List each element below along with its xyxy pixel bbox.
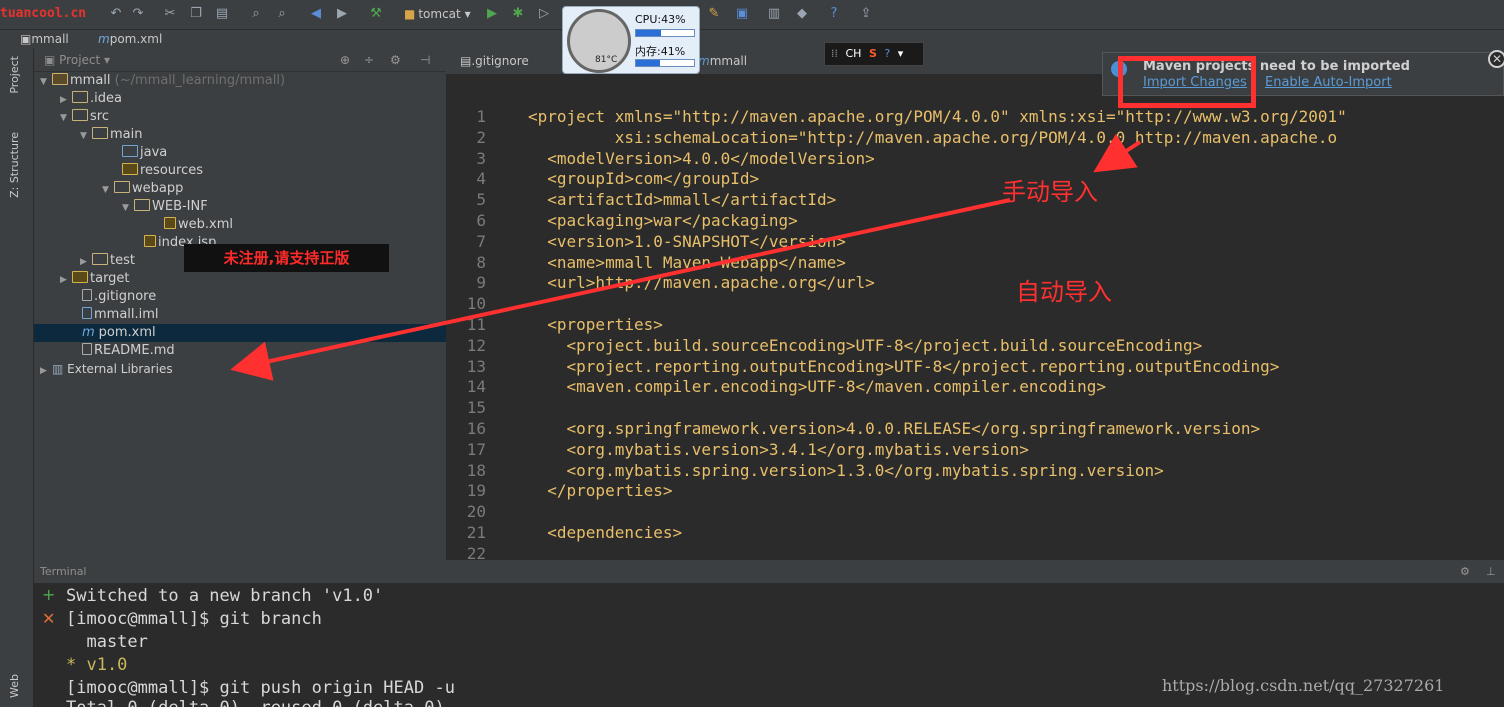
terminal-line: Switched to a new branch 'v1.0'	[66, 586, 384, 606]
csdn-watermark: https://blog.csdn.net/qq_27327261	[1162, 676, 1445, 695]
annotation-arrow-auto	[230, 198, 1011, 381]
annotation-arrow-manual	[1093, 133, 1142, 173]
terminal-line: [imooc@mmall]$ git branch	[66, 609, 322, 629]
terminal-header: Terminal ⚙ ⊥	[34, 561, 1504, 583]
new-session-icon[interactable]: +	[42, 585, 55, 604]
terminal-line: Total 0 (delta 0), reused 0 (delta 0)	[66, 697, 445, 707]
terminal-line: * v1.0	[66, 655, 128, 675]
gear-icon[interactable]: ⚙	[1460, 561, 1470, 583]
terminal-line: [imooc@mmall]$ git push origin HEAD -u	[66, 678, 455, 698]
terminal-line: master	[66, 632, 148, 652]
close-session-icon[interactable]: ✕	[42, 609, 55, 628]
terminal-title: Terminal	[40, 565, 87, 578]
hide-icon[interactable]: ⊥	[1486, 561, 1496, 583]
